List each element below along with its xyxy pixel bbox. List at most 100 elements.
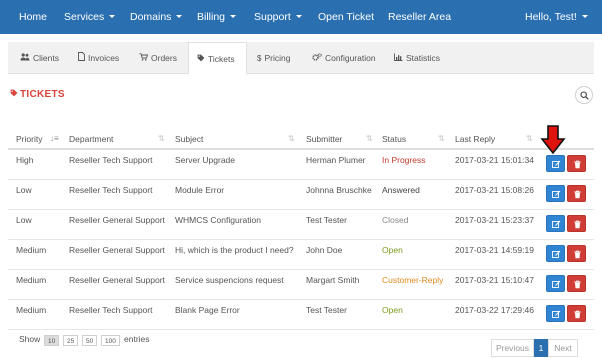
nav-billing-label: Billing [197,11,226,23]
subject-cell[interactable]: Blank Page Error [175,300,240,330]
tickets-table-header: Priority ↓≡ Department ⇅ Subject ⇅ Submi… [8,126,594,150]
delete-ticket-button[interactable] [567,305,586,322]
cogs-icon [312,43,322,75]
tab-clients-label: Clients [33,53,59,63]
tab-orders-label: Orders [151,53,177,63]
page-length-10[interactable]: 10 [44,335,60,346]
table-row[interactable]: Medium Reseller General Support Service su… [8,270,594,300]
delete-ticket-button[interactable] [567,215,586,232]
tab-pricing[interactable]: $ Pricing [257,42,290,74]
subject-cell[interactable]: Module Error [175,180,224,210]
column-header-status[interactable]: Status [382,126,406,150]
nav-billing[interactable]: Billing [197,0,237,34]
subject-cell[interactable]: Server Upgrade [175,150,235,180]
sort-icon: ⇅ [288,134,295,143]
top-navbar: Home Services Domains Billing Support Op… [0,0,602,34]
submitter-cell: John Doe [306,245,343,255]
priority-cell: High [16,155,34,165]
nav-services[interactable]: Services [64,0,116,34]
column-header-subject[interactable]: Subject [175,126,203,150]
last-reply-cell: 2017-03-21 15:01:34 [455,155,534,165]
pagination-previous[interactable]: Previous [491,339,534,357]
tab-clients[interactable]: Clients [20,42,59,74]
dollar-icon: $ [257,54,262,63]
table-row[interactable]: High Reseller Tech Support Server Upgrade H… [8,150,594,180]
pagination-next[interactable]: Next [548,339,578,357]
file-icon [78,43,85,75]
column-header-submitter[interactable]: Submitter [306,126,342,150]
tab-configuration[interactable]: Configuration [312,42,376,74]
edit-icon [552,250,561,258]
priority-cell: Medium [16,245,47,255]
tab-orders[interactable]: Orders [139,42,177,74]
trash-icon [574,220,581,229]
tab-invoices[interactable]: Invoices [78,42,119,74]
table-row[interactable]: Medium Reseller General Support Hi, which … [8,240,594,270]
subject-cell[interactable]: WHMCS Configuration [175,210,261,240]
edit-ticket-button[interactable] [546,215,565,232]
edit-icon [552,190,561,198]
submitter-cell: Herman Plumer [306,155,366,165]
section-title: TICKETS [10,89,65,100]
search-toggle-button[interactable] [575,86,593,104]
tab-statistics[interactable]: Statistics [394,42,440,74]
subject-cell[interactable]: Service suspencions request [175,270,284,300]
trash-icon [574,250,581,259]
submitter-cell: Test Tester [306,305,347,315]
edit-ticket-button[interactable] [546,305,565,322]
page-length-25[interactable]: 25 [63,335,79,346]
page-length-100[interactable]: 100 [101,335,120,346]
edit-icon [552,160,561,168]
nav-user-menu[interactable]: Hello, Test! [525,0,588,34]
nav-domains[interactable]: Domains [130,0,183,34]
chevron-down-icon [109,15,116,18]
arrow-down-icon [540,125,566,155]
submitter-cell: Johnna Bruschke [306,185,372,195]
delete-ticket-button[interactable] [567,245,586,262]
sort-asc-icon: ↓≡ [50,134,59,143]
edit-ticket-button[interactable] [546,155,565,172]
pagination-page-1[interactable]: 1 [534,339,548,357]
bar-chart-icon [394,43,403,75]
edit-icon [552,280,561,288]
priority-cell: Low [16,185,32,195]
column-header-last-reply[interactable]: Last Reply [455,126,495,150]
nav-home[interactable]: Home [19,0,47,34]
table-row[interactable]: Low Reseller General Support WHMCS Configu… [8,210,594,240]
table-row[interactable]: Low Reseller Tech Support Module Error John… [8,180,594,210]
column-header-priority[interactable]: Priority [16,126,42,150]
edit-ticket-button[interactable] [546,245,565,262]
subject-cell[interactable]: Hi, which is the product I need? [175,240,294,270]
edit-ticket-button[interactable] [546,185,565,202]
status-cell: Customer-Reply [382,275,444,285]
edit-icon [552,310,561,318]
tag-icon [10,89,18,99]
chevron-down-icon [295,15,302,18]
trash-icon [574,160,581,169]
priority-cell: Medium [16,305,47,315]
department-cell: Reseller General Support [69,245,165,255]
nav-reseller-area[interactable]: Reseller Area [388,0,451,34]
trash-icon [574,190,581,199]
edit-icon [552,220,561,228]
column-header-department[interactable]: Department [69,126,113,150]
trash-icon [574,310,581,319]
nav-domains-label: Domains [130,11,172,23]
submitter-cell: Test Tester [306,215,347,225]
nav-support[interactable]: Support [254,0,302,34]
tab-tickets[interactable]: Tickets [188,42,247,75]
nav-open-ticket[interactable]: Open Ticket [318,0,374,34]
delete-ticket-button[interactable] [567,185,586,202]
page-length-50[interactable]: 50 [82,335,98,346]
submitter-cell: Margart Smith [306,275,360,285]
status-cell: Open [382,245,403,255]
users-icon [20,43,30,75]
delete-ticket-button[interactable] [567,275,586,292]
edit-ticket-button[interactable] [546,275,565,292]
chevron-down-icon [230,15,237,18]
tag-icon [197,44,205,76]
department-cell: Reseller Tech Support [69,155,153,165]
table-row[interactable]: Medium Reseller Tech Support Blank Page Er… [8,300,594,330]
delete-ticket-button[interactable] [567,155,586,172]
tab-pricing-label: Pricing [264,53,291,63]
